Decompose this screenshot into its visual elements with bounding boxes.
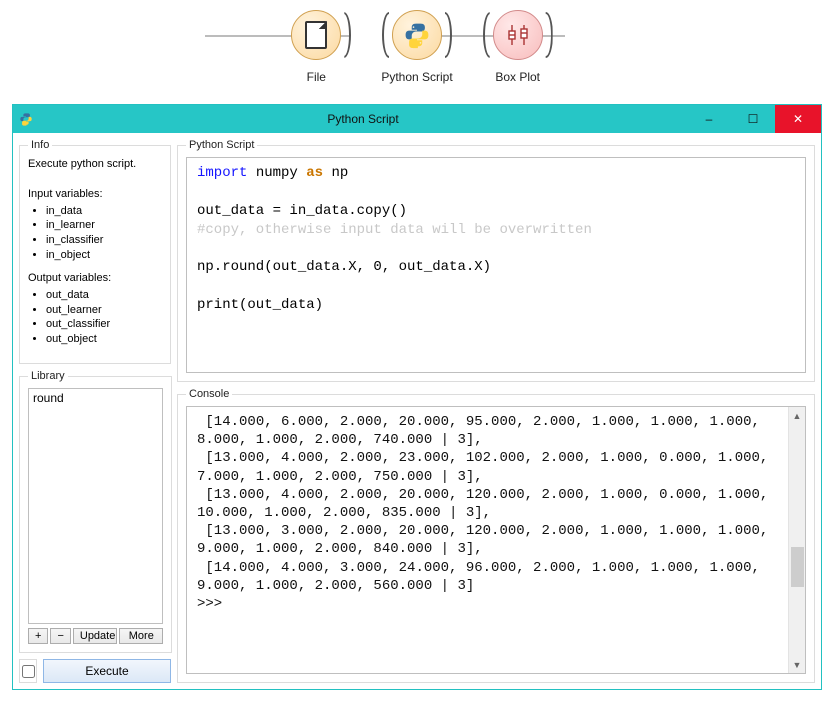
auto-execute-checkbox[interactable]	[22, 665, 35, 678]
output-var-item: out_classifier	[46, 317, 162, 332]
python-script-window: Python Script – ☐ ✕ Info Execute python …	[12, 104, 822, 690]
info-panel: Info Execute python script. Input variab…	[19, 139, 171, 364]
library-add-button[interactable]: +	[28, 628, 48, 644]
script-editor[interactable]: import numpy as np out_data = in_data.co…	[186, 157, 806, 373]
window-title: Python Script	[39, 112, 687, 126]
minimize-button[interactable]: –	[687, 105, 731, 133]
input-var-item: in_object	[46, 248, 162, 263]
workflow-canvas: File Python Script Box Plot	[0, 0, 834, 88]
console-legend: Console	[186, 388, 232, 400]
python-icon	[392, 10, 442, 60]
console-panel: Console [14.000, 6.000, 2.000, 20.000, 9…	[177, 388, 815, 683]
console-scrollbar[interactable]: ▲ ▼	[788, 407, 805, 673]
library-list[interactable]: round	[28, 388, 163, 624]
output-var-item: out_learner	[46, 303, 162, 318]
workflow-node-box-plot[interactable]: Box Plot	[493, 10, 543, 84]
output-vars-header: Output variables:	[28, 271, 162, 286]
library-item[interactable]: round	[33, 391, 158, 405]
output-var-item: out_object	[46, 332, 162, 347]
input-var-item: in_learner	[46, 218, 162, 233]
info-desc: Execute python script.	[28, 157, 162, 172]
output-var-item: out_data	[46, 288, 162, 303]
scroll-thumb[interactable]	[791, 547, 804, 587]
info-legend: Info	[28, 139, 52, 151]
close-button[interactable]: ✕	[775, 105, 821, 133]
library-panel: Library round + − Update More	[19, 370, 172, 653]
console-output[interactable]: [14.000, 6.000, 2.000, 20.000, 95.000, 2…	[187, 407, 788, 673]
input-var-item: in_data	[46, 204, 162, 219]
scroll-down-icon[interactable]: ▼	[789, 656, 805, 673]
app-icon	[19, 112, 33, 126]
script-legend: Python Script	[186, 139, 257, 151]
library-remove-button[interactable]: −	[50, 628, 70, 644]
node-label: Python Script	[381, 70, 452, 84]
library-legend: Library	[28, 370, 68, 382]
library-more-button[interactable]: More	[119, 628, 163, 644]
file-icon	[291, 10, 341, 60]
workflow-node-file[interactable]: File	[291, 10, 341, 84]
maximize-button[interactable]: ☐	[731, 105, 775, 133]
node-label: Box Plot	[495, 70, 540, 84]
execute-button[interactable]: Execute	[43, 659, 171, 683]
scroll-up-icon[interactable]: ▲	[789, 407, 805, 424]
input-var-item: in_classifier	[46, 233, 162, 248]
library-update-button[interactable]: Update	[73, 628, 117, 644]
titlebar[interactable]: Python Script – ☐ ✕	[13, 105, 821, 133]
auto-execute-checkbox-wrap	[19, 659, 37, 683]
boxplot-icon	[493, 10, 543, 60]
script-panel: Python Script import numpy as np out_dat…	[177, 139, 815, 382]
workflow-node-python-script[interactable]: Python Script	[381, 10, 452, 84]
node-label: File	[307, 70, 326, 84]
input-vars-header: Input variables:	[28, 187, 162, 202]
